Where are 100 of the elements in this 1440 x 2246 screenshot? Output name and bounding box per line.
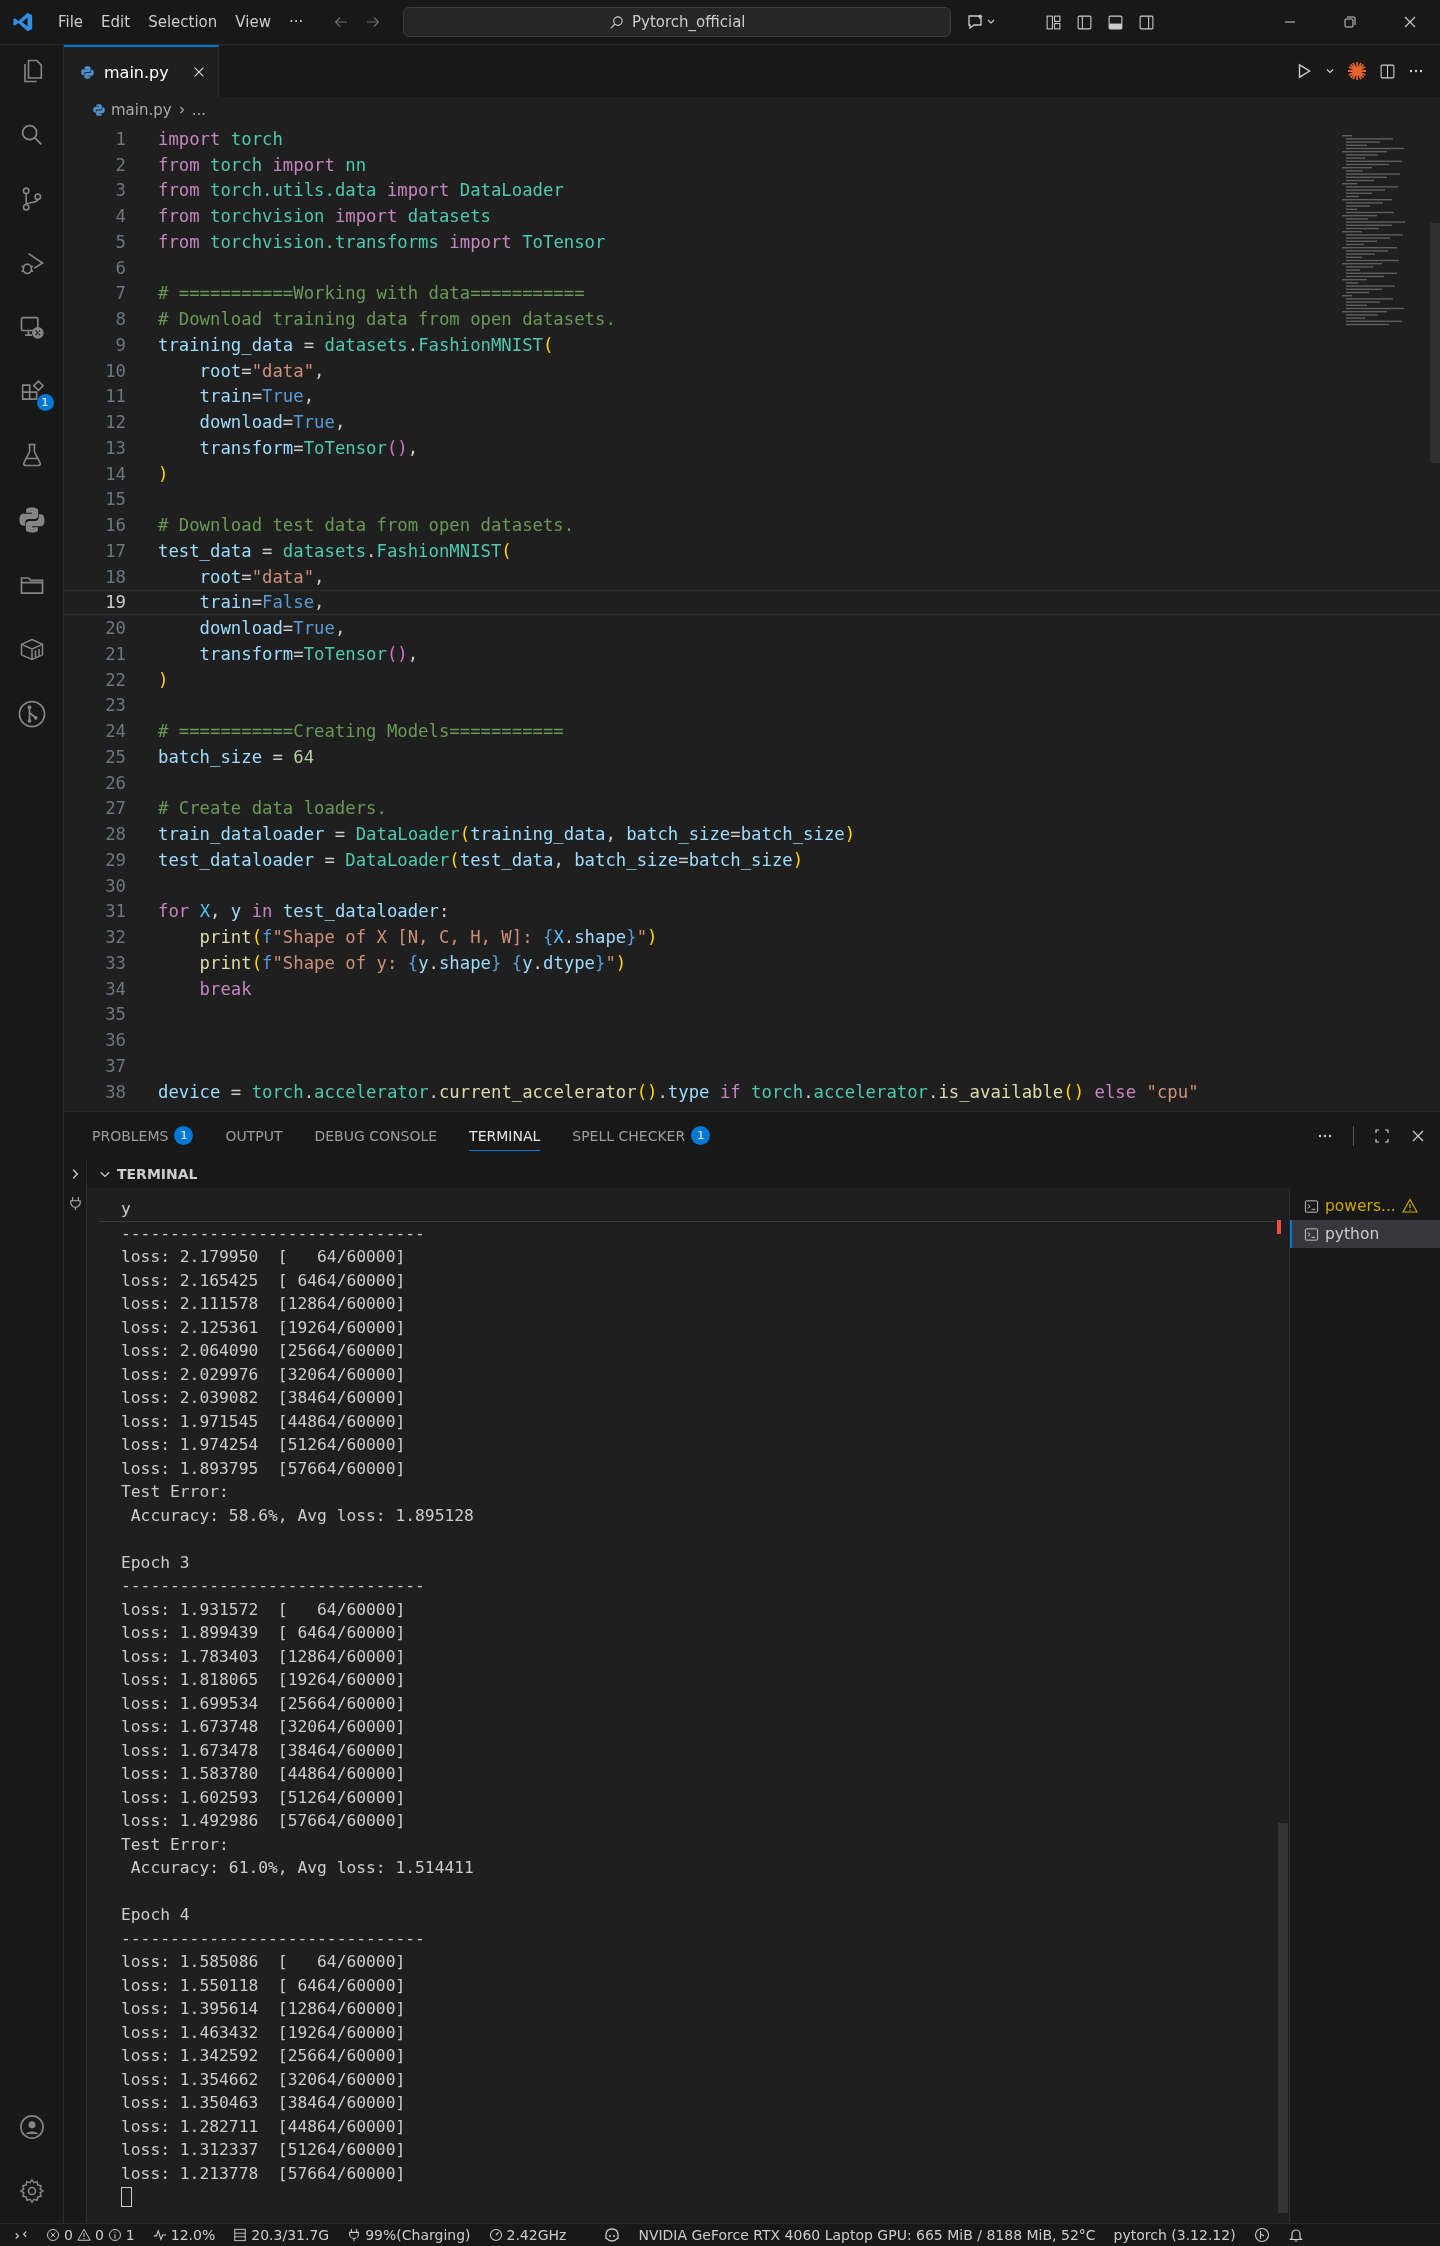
- maximize-icon[interactable]: [1374, 1128, 1390, 1144]
- terminal-line: Test Error:: [121, 1834, 229, 1854]
- line-number: 5: [114, 231, 126, 252]
- terminal-line: loss: 2.179950 [ 64/60000]: [121, 1247, 406, 1267]
- source-control-icon[interactable]: [1253, 2227, 1270, 2243]
- info-icon: [107, 2228, 122, 2242]
- terminal-item[interactable]: powers...: [1290, 1192, 1440, 1220]
- forward-arrow-icon[interactable]: [365, 14, 382, 30]
- panel-tab[interactable]: TERMINAL: [469, 1121, 541, 1151]
- bell-icon[interactable]: [1287, 2227, 1304, 2243]
- menu-item[interactable]: Selection: [140, 9, 226, 35]
- sparkle-icon[interactable]: [1347, 61, 1367, 81]
- problems-status[interactable]: 0 0 1: [46, 2227, 135, 2243]
- back-arrow-icon[interactable]: [333, 14, 350, 30]
- terminal-line: -------------------------------: [121, 1223, 425, 1243]
- sidebar-toggle-icon[interactable]: [1076, 13, 1094, 31]
- line-number: 11: [104, 386, 126, 407]
- line-number: 16: [104, 515, 126, 536]
- code-line: from torch.utils.data import DataLoader: [158, 180, 564, 201]
- code-line: from torchvision.transforms import ToTensor: [158, 231, 606, 252]
- editor-tab[interactable]: main.py: [64, 45, 219, 97]
- battery-status[interactable]: 99%(Charging): [347, 2227, 471, 2243]
- plug-icon[interactable]: [67, 1196, 83, 1211]
- line-number: 24: [104, 721, 126, 742]
- terminal-line: loss: 1.492986 [57664/60000]: [121, 1811, 406, 1831]
- code-line: # ===========Working with data===========: [158, 283, 585, 304]
- split-editor-icon[interactable]: [1379, 62, 1396, 80]
- code-line: device = torch.accelerator.current_accelerator().type if torch.accelerator.is_available() else "cpu": [158, 1081, 1199, 1102]
- command-search-field[interactable]: Pytorch_official: [403, 7, 952, 37]
- search-icon: [608, 14, 624, 30]
- panel-tab[interactable]: PROBLEMS 1: [92, 1120, 194, 1152]
- git-graph-icon[interactable]: [16, 699, 47, 729]
- code-line: import torch: [158, 128, 283, 149]
- remote-icon[interactable]: [14, 2228, 28, 2242]
- cpu-status[interactable]: 12.0%: [152, 2227, 216, 2243]
- terminal-line: Accuracy: 58.6%, Avg loss: 1.895128: [129, 1505, 474, 1525]
- panel-tab[interactable]: SPELL CHECKER 1: [572, 1120, 711, 1152]
- menu-item[interactable]: ···: [280, 9, 312, 35]
- terminal-item[interactable]: python: [1290, 1220, 1440, 1248]
- terminal-line: Epoch 4: [121, 1905, 190, 1925]
- line-number: 6: [114, 257, 126, 278]
- menu-item[interactable]: File: [50, 9, 92, 35]
- menu-item[interactable]: View: [227, 9, 279, 35]
- panel-toggle-icon[interactable]: [1107, 13, 1125, 31]
- account-icon[interactable]: [17, 2113, 46, 2141]
- settings-icon[interactable]: [17, 2177, 46, 2205]
- panel-tab[interactable]: OUTPUT: [225, 1121, 283, 1151]
- python-file-icon: [92, 103, 106, 117]
- section-title[interactable]: TERMINAL: [117, 1166, 198, 1182]
- line-number: 13: [104, 437, 126, 458]
- line-number: 23: [104, 695, 126, 716]
- terminal-line: loss: 1.463432 [19264/60000]: [121, 2022, 406, 2042]
- terminal-line: loss: 1.350463 [38464/60000]: [121, 2093, 406, 2113]
- menu-item[interactable]: Edit: [93, 9, 139, 35]
- terminal-icon: [1304, 1198, 1319, 1214]
- line-number: 10: [104, 360, 126, 381]
- line-number: 14: [104, 463, 126, 484]
- clock-speed-status[interactable]: 2.42GHz: [488, 2227, 567, 2243]
- terminal-line: loss: 2.125361 [19264/60000]: [121, 1317, 406, 1337]
- breadcrumb-item[interactable]: main.py: [111, 101, 172, 119]
- warning-icon: [76, 2228, 91, 2242]
- terminal-line: loss: 1.971545 [44864/60000]: [121, 1411, 406, 1431]
- terminal-line: Epoch 3: [121, 1552, 190, 1572]
- close-icon[interactable]: [1402, 14, 1418, 30]
- line-number: 29: [104, 849, 126, 870]
- code-line: test_dataloader = DataLoader(test_data, batch_size=batch_size): [158, 849, 804, 870]
- terminal-line: loss: 1.602593 [51264/60000]: [121, 1787, 406, 1807]
- line-number: 18: [104, 566, 126, 587]
- caret-icon[interactable]: [1325, 66, 1335, 76]
- gpu-status[interactable]: NVIDIA GeForce RTX 4060 Laptop GPU: 665 MiB / 8188 MiB, 52°C: [638, 2227, 1096, 2243]
- terminal-line: loss: 1.312337 [51264/60000]: [121, 2140, 406, 2160]
- terminal-icon: [1304, 1226, 1319, 1242]
- python-environment[interactable]: pytorch (3.12.12): [1113, 2227, 1236, 2243]
- terminal-line: loss: 2.029976 [32064/60000]: [121, 1364, 406, 1384]
- restore-icon[interactable]: [1342, 14, 1358, 30]
- line-number: 2: [114, 154, 126, 175]
- line-number: 32: [104, 927, 126, 948]
- plug-icon: [347, 2228, 362, 2242]
- terminal-line: loss: 1.974254 [51264/60000]: [121, 1435, 406, 1455]
- code-line: ): [158, 669, 169, 690]
- terminal-line: y: [99, 1197, 1275, 1222]
- line-number: 4: [114, 206, 126, 227]
- line-number: 26: [104, 772, 126, 793]
- line-number: 17: [104, 540, 126, 561]
- line-number: 27: [104, 798, 126, 819]
- python-icon[interactable]: [16, 505, 47, 535]
- gauge-icon: [488, 2228, 503, 2242]
- secondary-sidebar-icon[interactable]: [1138, 13, 1156, 31]
- breadcrumb-item[interactable]: ...: [191, 101, 206, 119]
- line-number: 12: [104, 412, 126, 433]
- layout-icon[interactable]: [1045, 13, 1063, 31]
- terminal-line: loss: 1.395614 [12864/60000]: [121, 1999, 406, 2019]
- close-icon[interactable]: [1410, 1128, 1426, 1144]
- line-number: 20: [104, 618, 126, 639]
- terminal-line: -------------------------------: [121, 1576, 425, 1596]
- panel-tab[interactable]: DEBUG CONSOLE: [314, 1121, 438, 1151]
- line-number: 31: [104, 901, 126, 922]
- code-line: # ===========Creating Models===========: [158, 721, 564, 742]
- memory-status[interactable]: 20.3/31.7G: [233, 2227, 330, 2243]
- terminal-line: loss: 1.282711 [44864/60000]: [121, 2116, 406, 2136]
